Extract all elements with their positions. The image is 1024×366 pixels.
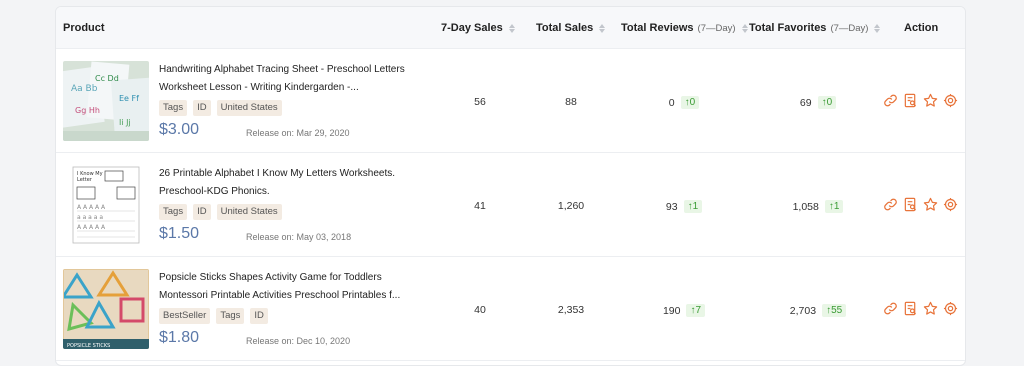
settings-icon[interactable] <box>943 301 958 316</box>
col-total-favorites-label: Total Favorites <box>749 22 827 34</box>
table-row: I Know My Letter A A A A Aa a a a aA A A A… <box>56 153 965 257</box>
svg-text:A A A A A: A A A A A <box>77 204 106 211</box>
table-row: POPSICLE STICKS Popsicle Sticks Shapes A… <box>56 257 965 361</box>
product-title[interactable]: 26 Printable Alphabet I Know My Letters … <box>159 165 429 201</box>
sales-7day: 41 <box>474 200 486 212</box>
svg-text:POPSICLE STICKS: POPSICLE STICKS <box>67 343 110 349</box>
row-actions <box>883 197 958 212</box>
svg-text:Letter: Letter <box>77 177 93 183</box>
product-price: $3.00 <box>159 121 200 138</box>
svg-text:Ee Ff: Ee Ff <box>119 94 139 103</box>
report-icon[interactable] <box>903 93 918 108</box>
sort-icon[interactable] <box>741 23 748 33</box>
star-icon[interactable] <box>923 93 938 108</box>
sales-7day: 40 <box>474 304 486 316</box>
reviews-value: 190 <box>662 304 681 317</box>
col-product: Product <box>63 7 105 49</box>
svg-text:A A A A A: A A A A A <box>77 224 106 231</box>
product-tag[interactable]: Tags <box>159 100 188 116</box>
total-sales: 2,353 <box>557 304 585 316</box>
svg-text:Cc Dd: Cc Dd <box>95 74 119 83</box>
col-total-favorites-sub: (7—Day) <box>830 22 869 34</box>
release-date: Release on: Mar 29, 2020 <box>246 128 350 138</box>
reviews-value: 93 <box>665 200 678 213</box>
table-header: Product 7-Day Sales Total Sales Total Re… <box>56 7 965 49</box>
favorites-value: 2,703 <box>789 304 817 317</box>
product-tag[interactable]: ID <box>193 100 211 116</box>
product-tag[interactable]: United States <box>216 100 282 116</box>
product-tag[interactable]: ID <box>193 204 211 220</box>
release-date: Release on: May 03, 2018 <box>246 232 352 242</box>
col-total-reviews-label: Total Reviews <box>621 22 694 34</box>
favorites-delta: ↑0 <box>817 96 837 109</box>
total-reviews: 190 ↑7 <box>654 304 714 317</box>
svg-text:Aa Bb: Aa Bb <box>71 84 98 94</box>
svg-text:a a a a a: a a a a a <box>77 214 103 221</box>
col-7day-sales[interactable]: 7-Day Sales <box>441 7 515 49</box>
sort-icon[interactable] <box>874 23 881 33</box>
col-total-sales-label: Total Sales <box>536 22 594 34</box>
favorites-value: 69 <box>799 96 812 109</box>
product-tag[interactable]: Tags <box>216 308 245 324</box>
table-row: Aa Bb Cc Dd Ee Ff Gg Hh Ii Jj Handwriting Al… <box>56 49 965 153</box>
product-price: $1.50 <box>159 225 200 242</box>
product-tag[interactable]: ID <box>250 308 268 324</box>
total-sales: 1,260 <box>557 200 585 212</box>
product-thumbnail[interactable]: POPSICLE STICKS <box>63 269 149 349</box>
col-total-reviews[interactable]: Total Reviews (7—Day) <box>621 7 748 49</box>
product-title[interactable]: Popsicle Sticks Shapes Activity Game for… <box>159 269 429 305</box>
svg-text:Gg Hh: Gg Hh <box>75 106 100 115</box>
reviews-delta: ↑0 <box>680 96 700 109</box>
report-icon[interactable] <box>903 301 918 316</box>
col-total-reviews-sub: (7—Day) <box>697 22 736 34</box>
link-icon[interactable] <box>883 197 898 212</box>
link-icon[interactable] <box>883 93 898 108</box>
release-date: Release on: Dec 10, 2020 <box>246 336 351 346</box>
row-actions <box>883 93 958 108</box>
total-sales: 88 <box>565 96 577 108</box>
svg-text:Ii Jj: Ii Jj <box>119 118 131 127</box>
reviews-delta: ↑1 <box>683 200 703 213</box>
col-action: Action <box>904 7 938 49</box>
favorites-value: 1,058 <box>792 200 819 213</box>
sort-icon[interactable] <box>508 23 515 33</box>
sort-icon[interactable] <box>599 23 606 33</box>
products-table: Product 7-Day Sales Total Sales Total Re… <box>55 6 966 366</box>
sales-7day: 56 <box>474 96 486 108</box>
product-price: $1.80 <box>159 329 200 346</box>
total-favorites: 69 ↑0 <box>778 96 858 109</box>
product-tag[interactable]: United States <box>216 204 282 220</box>
star-icon[interactable] <box>923 197 938 212</box>
product-tag[interactable]: BestSeller <box>159 308 211 324</box>
favorites-delta: ↑1 <box>824 200 844 213</box>
col-total-favorites[interactable]: Total Favorites (7—Day) <box>749 7 881 49</box>
product-tag[interactable]: Tags <box>159 204 188 220</box>
settings-icon[interactable] <box>943 197 958 212</box>
star-icon[interactable] <box>923 301 938 316</box>
product-thumbnail[interactable]: Aa Bb Cc Dd Ee Ff Gg Hh Ii Jj <box>63 61 149 141</box>
total-favorites: 1,058 ↑1 <box>778 200 858 213</box>
total-favorites: 2,703 ↑55 <box>778 304 858 317</box>
product-title[interactable]: Handwriting Alphabet Tracing Sheet - Pre… <box>159 61 429 97</box>
link-icon[interactable] <box>883 301 898 316</box>
row-actions <box>883 301 958 316</box>
reviews-value: 0 <box>668 96 675 109</box>
reviews-delta: ↑7 <box>686 304 706 317</box>
product-thumbnail[interactable]: I Know My Letter A A A A Aa a a a aA A A A… <box>63 165 149 245</box>
product-tags: Tags ID United States <box>159 204 282 220</box>
settings-icon[interactable] <box>943 93 958 108</box>
favorites-delta: ↑55 <box>822 304 847 317</box>
total-reviews: 93 ↑1 <box>654 200 714 213</box>
product-tags: Tags ID United States <box>159 100 282 116</box>
col-7day-sales-label: 7-Day Sales <box>441 22 503 34</box>
report-icon[interactable] <box>903 197 918 212</box>
col-total-sales[interactable]: Total Sales <box>536 7 606 49</box>
col-action-label: Action <box>904 22 939 34</box>
product-tags: BestSeller Tags ID <box>159 308 268 324</box>
col-product-label: Product <box>63 22 105 34</box>
total-reviews: 0 ↑0 <box>654 96 714 109</box>
